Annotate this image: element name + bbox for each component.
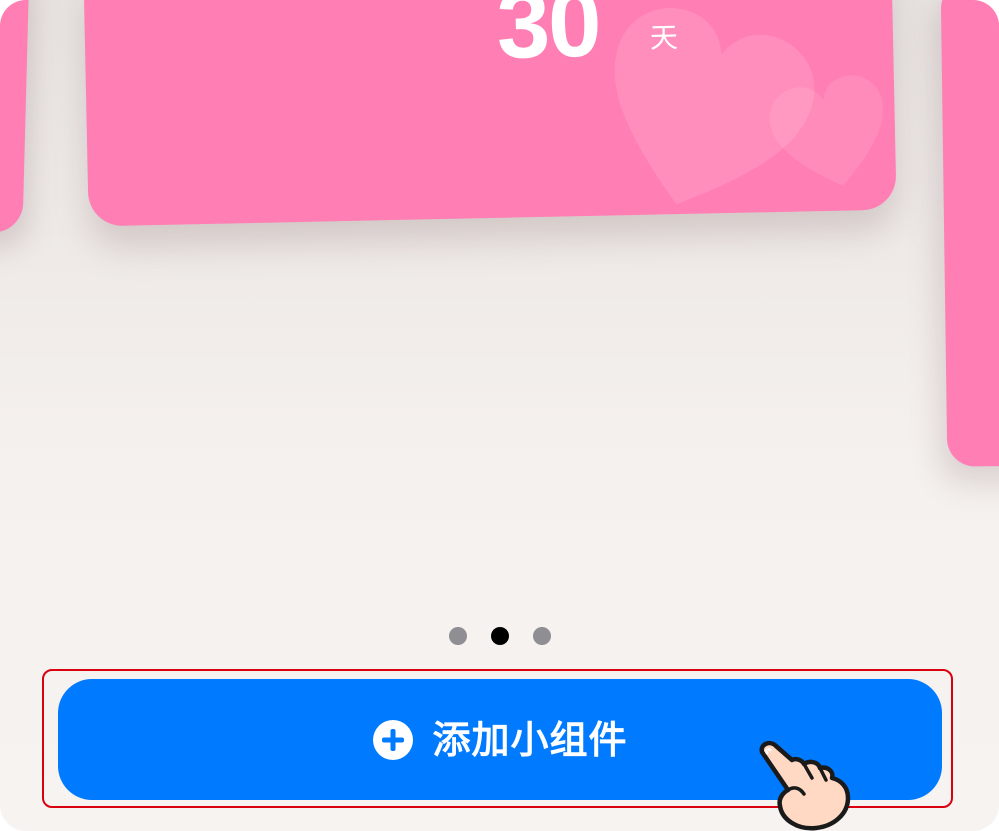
day-count-value: 30 (495, 0, 601, 79)
tap-hand-icon (759, 740, 851, 831)
page-indicator[interactable] (449, 627, 551, 645)
page-dot-active[interactable] (491, 627, 509, 645)
widget-preview-card[interactable]: 30 天 (83, 0, 897, 227)
widget-preview-card-previous[interactable] (0, 0, 30, 234)
widget-gallery-screen: 30 天 添加小组件 (0, 0, 999, 831)
page-dot[interactable] (449, 627, 467, 645)
widget-preview-card-next[interactable] (940, 0, 999, 467)
page-dot[interactable] (533, 627, 551, 645)
day-count-unit: 天 (649, 21, 679, 55)
